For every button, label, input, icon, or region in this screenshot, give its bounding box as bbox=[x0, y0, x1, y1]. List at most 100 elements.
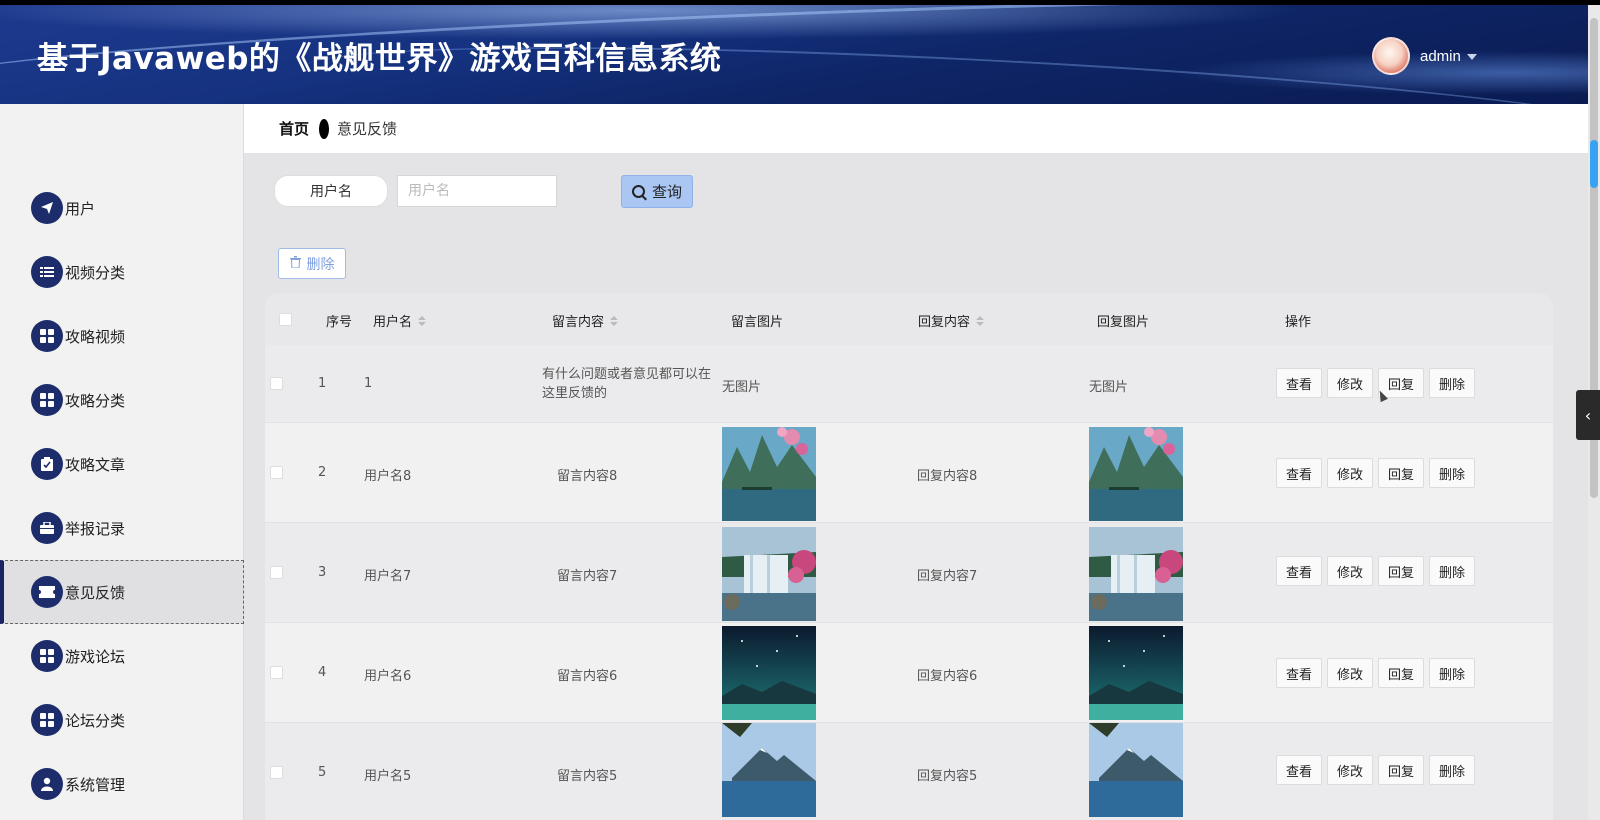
delete-button[interactable]: 删除 bbox=[1429, 658, 1475, 688]
row-checkbox[interactable] bbox=[270, 466, 283, 479]
table-row: 5 用户名5 留言内容5 回复内容5 查看 修改 回复 删除 bbox=[265, 723, 1553, 820]
message-image[interactable] bbox=[722, 427, 816, 521]
reply-image[interactable] bbox=[1089, 427, 1183, 521]
sidebar: 用户 视频分类 攻略视频 攻略分类 攻略文章 举报记录 意见反馈 游戏论坛 论坛… bbox=[0, 104, 244, 820]
grid-icon bbox=[31, 704, 63, 736]
row-checkbox[interactable] bbox=[270, 666, 283, 679]
sidebar-item-strategy-category[interactable]: 攻略分类 bbox=[0, 368, 244, 432]
avatar[interactable] bbox=[1372, 37, 1410, 75]
header-reply[interactable]: 回复内容 bbox=[918, 311, 985, 330]
sidebar-item-report-records[interactable]: 举报记录 bbox=[0, 496, 244, 560]
sidebar-item-label: 系统管理 bbox=[65, 775, 126, 794]
batch-delete-button[interactable]: 删除 bbox=[278, 248, 346, 279]
sidebar-item-label: 攻略视频 bbox=[65, 327, 126, 346]
header-actions: 操作 bbox=[1285, 315, 1312, 330]
list-icon bbox=[31, 256, 63, 288]
edit-button[interactable]: 修改 bbox=[1327, 458, 1373, 488]
cell-index: 2 bbox=[318, 465, 327, 480]
delete-button[interactable]: 删除 bbox=[1429, 458, 1475, 488]
breadcrumb-current: 意见反馈 bbox=[337, 120, 398, 138]
sidebar-item-strategy-article[interactable]: 攻略文章 bbox=[0, 432, 244, 496]
search-label: 用户名 bbox=[274, 175, 388, 207]
grid-icon bbox=[31, 320, 63, 352]
header-username[interactable]: 用户名 bbox=[373, 311, 427, 330]
header-reply-image: 回复图片 bbox=[1097, 315, 1150, 330]
reply-image[interactable] bbox=[1089, 527, 1183, 621]
delete-button[interactable]: 删除 bbox=[1429, 755, 1475, 785]
sidebar-item-feedback[interactable]: 意见反馈 bbox=[0, 560, 244, 624]
scroll-indicator[interactable] bbox=[1590, 140, 1598, 188]
sort-icon[interactable] bbox=[610, 315, 619, 326]
cell-content: 留言内容8 bbox=[557, 469, 618, 484]
row-checkbox[interactable] bbox=[270, 766, 283, 779]
cell-reply: 回复内容5 bbox=[917, 769, 978, 784]
ticket-icon bbox=[31, 576, 63, 608]
cell-username: 1 bbox=[364, 376, 373, 391]
search-input[interactable] bbox=[397, 175, 557, 207]
row-checkbox[interactable] bbox=[270, 377, 283, 390]
grid-icon bbox=[31, 640, 63, 672]
table-row: 2 用户名8 留言内容8 回复内容8 查看 修改 回复 删除 bbox=[265, 423, 1553, 523]
sidebar-item-forum-category[interactable]: 论坛分类 bbox=[0, 688, 244, 752]
cell-content: 留言内容7 bbox=[557, 569, 618, 584]
sidebar-item-video-category[interactable]: 视频分类 bbox=[0, 240, 244, 304]
sort-icon[interactable] bbox=[418, 315, 427, 326]
view-button[interactable]: 查看 bbox=[1276, 368, 1322, 398]
edit-button[interactable]: 修改 bbox=[1327, 368, 1373, 398]
sidebar-item-label: 论坛分类 bbox=[65, 711, 126, 730]
cell-index: 3 bbox=[318, 565, 327, 580]
collapse-panel-button[interactable]: ‹ bbox=[1576, 390, 1600, 440]
chevron-left-icon: ‹ bbox=[1584, 405, 1592, 425]
view-button[interactable]: 查看 bbox=[1276, 658, 1322, 688]
message-image[interactable] bbox=[722, 527, 816, 621]
header-content[interactable]: 留言内容 bbox=[552, 311, 619, 330]
view-button[interactable]: 查看 bbox=[1276, 556, 1322, 586]
chevron-down-icon[interactable] bbox=[1466, 54, 1477, 60]
clipboard-icon bbox=[31, 448, 63, 480]
briefcase-icon bbox=[31, 512, 63, 544]
search-button[interactable]: 查询 bbox=[621, 175, 693, 208]
sort-icon[interactable] bbox=[976, 315, 985, 326]
cell-index: 5 bbox=[318, 765, 327, 780]
cell-username: 用户名6 bbox=[364, 669, 412, 684]
sidebar-item-system-management[interactable]: 系统管理 bbox=[0, 752, 244, 816]
select-all-checkbox[interactable] bbox=[279, 313, 292, 326]
sidebar-item-users[interactable]: 用户 bbox=[0, 176, 244, 240]
delete-button[interactable]: 删除 bbox=[1429, 556, 1475, 586]
search-button-label: 查询 bbox=[651, 183, 682, 201]
sidebar-item-label: 攻略文章 bbox=[65, 455, 126, 474]
message-image[interactable] bbox=[722, 626, 816, 720]
header-index: 序号 bbox=[326, 315, 353, 330]
table-row: 3 用户名7 留言内容7 回复内容7 查看 修改 回复 删除 bbox=[265, 523, 1553, 623]
sidebar-item-label: 视频分类 bbox=[65, 263, 126, 282]
row-checkbox[interactable] bbox=[270, 566, 283, 579]
cell-username: 用户名5 bbox=[364, 769, 412, 784]
edit-button[interactable]: 修改 bbox=[1327, 755, 1373, 785]
sidebar-item-label: 举报记录 bbox=[65, 519, 126, 538]
cell-index: 4 bbox=[318, 665, 327, 680]
edit-button[interactable]: 修改 bbox=[1327, 658, 1373, 688]
edit-button[interactable]: 修改 bbox=[1327, 556, 1373, 586]
app-title: 基于Javaweb的《战舰世界》游戏百科信息系统 bbox=[37, 41, 722, 77]
reply-image[interactable] bbox=[1089, 626, 1183, 720]
app-header: 基于Javaweb的《战舰世界》游戏百科信息系统 admin bbox=[0, 0, 1588, 104]
reply-button[interactable]: 回复 bbox=[1378, 556, 1424, 586]
table-row: 1 1 有什么问题或者意见都可以在这里反馈的 无图片 无图片 查看 修改 回复 … bbox=[265, 345, 1553, 423]
header-image: 留言图片 bbox=[731, 315, 784, 330]
message-image[interactable] bbox=[722, 723, 816, 817]
sidebar-item-label: 攻略分类 bbox=[65, 391, 126, 410]
user-menu[interactable]: admin bbox=[1372, 36, 1477, 76]
reply-button[interactable]: 回复 bbox=[1378, 458, 1424, 488]
reply-button[interactable]: 回复 bbox=[1378, 658, 1424, 688]
cell-reply: 回复内容6 bbox=[917, 669, 978, 684]
sidebar-item-strategy-video[interactable]: 攻略视频 bbox=[0, 304, 244, 368]
view-button[interactable]: 查看 bbox=[1276, 458, 1322, 488]
reply-button[interactable]: 回复 bbox=[1378, 755, 1424, 785]
sidebar-item-game-forum[interactable]: 游戏论坛 bbox=[0, 624, 244, 688]
cell-index: 1 bbox=[318, 376, 327, 391]
delete-button[interactable]: 删除 bbox=[1429, 368, 1475, 398]
breadcrumb-home[interactable]: 首页 bbox=[279, 118, 309, 139]
view-button[interactable]: 查看 bbox=[1276, 755, 1322, 785]
reply-image[interactable] bbox=[1089, 723, 1183, 817]
user-name[interactable]: admin bbox=[1420, 48, 1461, 65]
